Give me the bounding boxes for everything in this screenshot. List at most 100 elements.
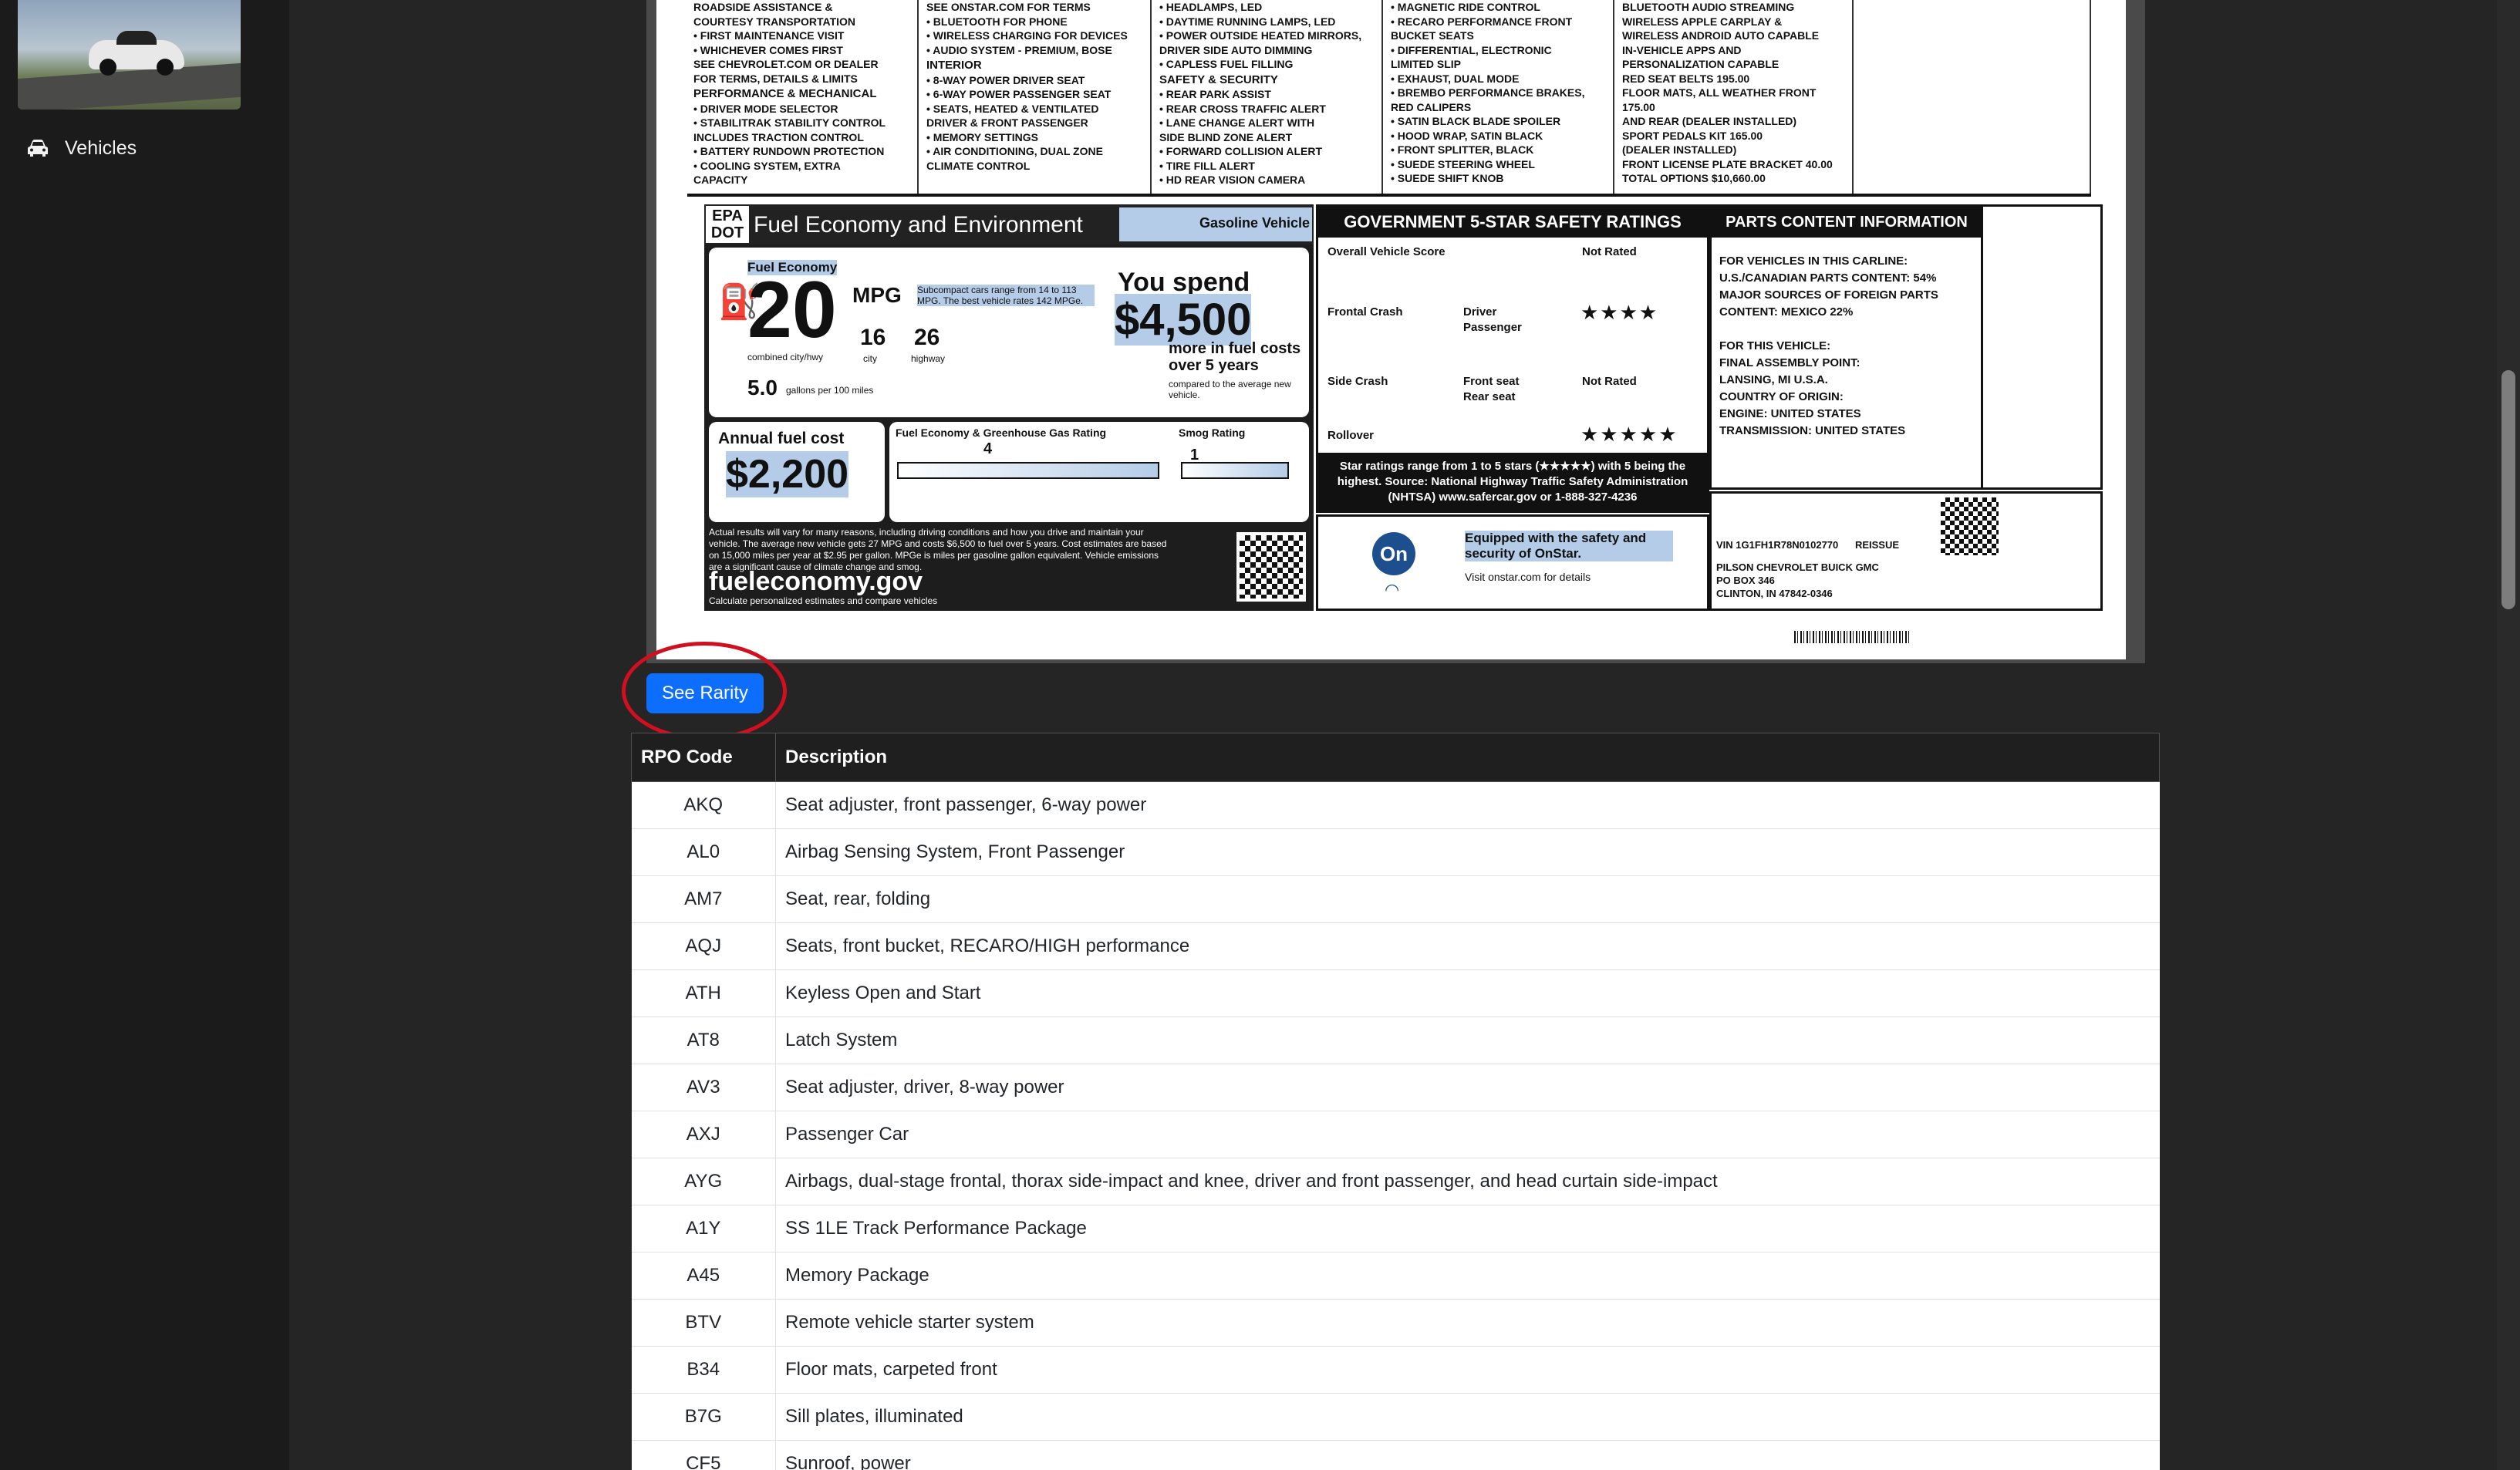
option-line: • DRIVER MODE SELECTOR — [693, 102, 838, 115]
table-row[interactable]: AQJ Seats, front bucket, RECARO/HIGH perf… — [631, 922, 2160, 970]
combined-mpg: 20 — [747, 265, 837, 355]
vin: VIN 1G1FH1R78N0102770 — [1716, 539, 1839, 551]
option-line: • MAGNETIC RIDE CONTROL — [1391, 1, 1540, 13]
frontal-passenger: Passenger — [1463, 321, 1522, 334]
sidebar-item-vehicles[interactable]: Vehicles — [26, 133, 137, 164]
rpo-code-cell: BTV — [631, 1299, 776, 1347]
table-row[interactable]: AT8 Latch System — [631, 1017, 2160, 1064]
parts-line: ENGINE: UNITED STATES — [1719, 407, 1861, 420]
gallons-per-100: 5.0 — [747, 376, 778, 400]
dealer-name: PILSON CHEVROLET BUICK GMC — [1716, 561, 1879, 573]
onstar-visit: Visit onstar.com for details — [1465, 571, 1591, 583]
onstar-box: On ◠ Equipped with the safety and securi… — [1316, 514, 1709, 611]
table-row[interactable]: AKQ Seat adjuster, front passenger, 6-way… — [631, 781, 2160, 829]
parts-lines: FOR VEHICLES IN THIS CARLINE: U.S./CANADI… — [1719, 253, 1938, 440]
option-line: • DAYTIME RUNNING LAMPS, LED — [1159, 15, 1336, 28]
epa-badge: EPA DOT — [706, 206, 749, 243]
description-cell: Airbags, dual-stage frontal, thorax side… — [775, 1158, 2160, 1205]
table-row[interactable]: AM7 Seat, rear, folding — [631, 875, 2160, 923]
option-line: • 8-WAY POWER DRIVER SEAT — [926, 73, 1085, 86]
options-col: • HEADLAMPS, LED • DAYTIME RUNNING LAMPS,… — [1159, 0, 1361, 187]
option-line: • WHICHEVER COMES FIRST — [693, 43, 843, 56]
ghg-rating-label: Fuel Economy & Greenhouse Gas Rating — [896, 427, 1107, 439]
option-line: • SATIN BLACK BLADE SPOILER — [1391, 115, 1561, 127]
option-line: • LANE CHANGE ALERT WITH — [1159, 116, 1315, 129]
option-line: • MEMORY SETTINGS — [926, 130, 1038, 143]
barcode-icon — [1794, 631, 1910, 643]
epa-header: EPA DOT Fuel Economy and Environment Gas… — [704, 204, 1314, 244]
option-line: CLIMATE CONTROL — [926, 159, 1031, 172]
option-line: • SUEDE STEERING WHEEL — [1391, 157, 1535, 170]
annual-cost-panel: Annual fuel cost $2,200 — [709, 422, 885, 522]
side-row: Side Crash Front seat Rear seat Not Rated — [1327, 375, 1698, 403]
table-row[interactable]: B7G Sill plates, illuminated — [631, 1393, 2160, 1441]
option-line: • REAR CROSS TRAFFIC ALERT — [1159, 102, 1326, 115]
description-cell: Latch System — [775, 1017, 2160, 1064]
rpo-code-cell: AKQ — [631, 781, 776, 829]
dealer-box: VIN 1G1FH1R78N0102770 REISSUE PILSON CHE… — [1709, 491, 2103, 611]
table-row[interactable]: AV3 Seat adjuster, driver, 8-way power — [631, 1064, 2160, 1111]
qr-code-icon — [1941, 497, 1999, 555]
fueleconomy-note: Calculate personalized estimates and com… — [709, 595, 938, 606]
rpo-code-cell: AQJ — [631, 922, 776, 970]
option-line: FRONT LICENSE PLATE BRACKET 40.00 — [1622, 157, 1833, 170]
option-line: • REAR PARK ASSIST — [1159, 88, 1271, 100]
table-row[interactable]: A45 Memory Package — [631, 1252, 2160, 1300]
description-cell: Seat, rear, folding — [775, 875, 2160, 923]
divider — [1613, 0, 1614, 194]
see-rarity-button[interactable]: See Rarity — [646, 673, 764, 713]
scrollbar-thumb[interactable] — [2501, 370, 2515, 609]
safety-ratings: GOVERNMENT 5-STAR SAFETY RATINGS Overall… — [1316, 204, 1709, 513]
parts-line: COUNTRY OF ORIGIN: — [1719, 390, 1844, 403]
side-label: Side Crash — [1327, 375, 1388, 388]
overall-row: Overall Vehicle Score Not Rated — [1327, 245, 1698, 258]
parts-line: FINAL ASSEMBLY POINT: — [1719, 356, 1860, 369]
option-line: AND REAR (DEALER INSTALLED) — [1622, 115, 1797, 127]
table-row[interactable]: B34 Floor mats, carpeted front — [631, 1346, 2160, 1394]
table-row[interactable]: AL0 Airbag Sensing System, Front Passenge… — [631, 828, 2160, 876]
scrollbar[interactable] — [2497, 0, 2520, 1470]
onstar-logo: On — [1372, 532, 1415, 575]
fuel-economy-panel: ⛽ Fuel Economy 20 MPG combined city/hwy … — [709, 248, 1309, 417]
option-line: DRIVER SIDE AUTO DIMMING — [1159, 43, 1313, 56]
dealer-city: CLINTON, IN 47842-0346 — [1716, 588, 1833, 599]
table-row[interactable]: BTV Remote vehicle starter system — [631, 1299, 2160, 1347]
divider — [1852, 0, 1854, 194]
option-line: CAPACITY — [693, 174, 748, 186]
ghg-rating-value: 4 — [983, 440, 993, 457]
option-line: • AUDIO SYSTEM - PREMIUM, BOSE — [926, 43, 1112, 56]
epa-label: EPA DOT Fuel Economy and Environment Gas… — [704, 204, 1314, 611]
table-row[interactable]: A1Y SS 1LE Track Performance Package — [631, 1205, 2160, 1253]
vehicle-thumbnail[interactable] — [18, 0, 241, 110]
city-label: city — [863, 353, 877, 364]
description-cell: SS 1LE Track Performance Package — [775, 1205, 2160, 1253]
table-body: AKQ Seat adjuster, front passenger, 6-way… — [631, 781, 2160, 1470]
option-line: SAFETY & SECURITY — [1159, 72, 1278, 86]
car-icon — [28, 140, 48, 157]
divider — [1150, 0, 1152, 194]
option-line: WIRELESS APPLE CARPLAY & — [1622, 15, 1783, 28]
option-line: SEE ONSTAR.COM FOR TERMS — [926, 1, 1091, 13]
option-line: • FORWARD COLLISION ALERT — [1159, 145, 1323, 157]
spend-note: more in fuel costs over 5 years — [1169, 340, 1301, 374]
qr-code-icon — [1236, 532, 1306, 602]
description-cell: Floor mats, carpeted front — [775, 1346, 2160, 1394]
parts-content: PARTS CONTENT INFORMATION FOR VEHICLES I… — [1709, 204, 2103, 490]
sidebar-item-label: Vehicles — [65, 137, 137, 159]
rpo-code-cell: ATH — [631, 969, 776, 1017]
table-row[interactable]: CF5 Sunroof, power — [631, 1440, 2160, 1470]
description-cell: Sill plates, illuminated — [775, 1393, 2160, 1441]
options-col: ROADSIDE ASSISTANCE & COURTESY TRANSPORTA… — [693, 0, 886, 187]
column-header-description[interactable]: Description — [775, 733, 2160, 782]
table-row[interactable]: AYG Airbags, dual-stage frontal, thorax s… — [631, 1158, 2160, 1205]
option-line: FLOOR MATS, ALL WEATHER FRONT 175.00 — [1622, 86, 1817, 113]
table-row[interactable]: AXJ Passenger Car — [631, 1111, 2160, 1158]
option-line: PERFORMANCE & MECHANICAL — [693, 87, 877, 100]
vin-row: VIN 1G1FH1R78N0102770 REISSUE — [1716, 538, 2096, 551]
column-header-rpo-code[interactable]: RPO Code — [631, 733, 776, 782]
option-line: • AIR CONDITIONING, DUAL ZONE — [926, 145, 1103, 157]
table-row[interactable]: ATH Keyless Open and Start — [631, 969, 2160, 1017]
option-line: • FIRST MAINTENANCE VISIT — [693, 29, 845, 42]
option-line: WIRELESS ANDROID AUTO CAPABLE — [1622, 29, 1820, 42]
option-line: INTERIOR — [926, 59, 982, 72]
